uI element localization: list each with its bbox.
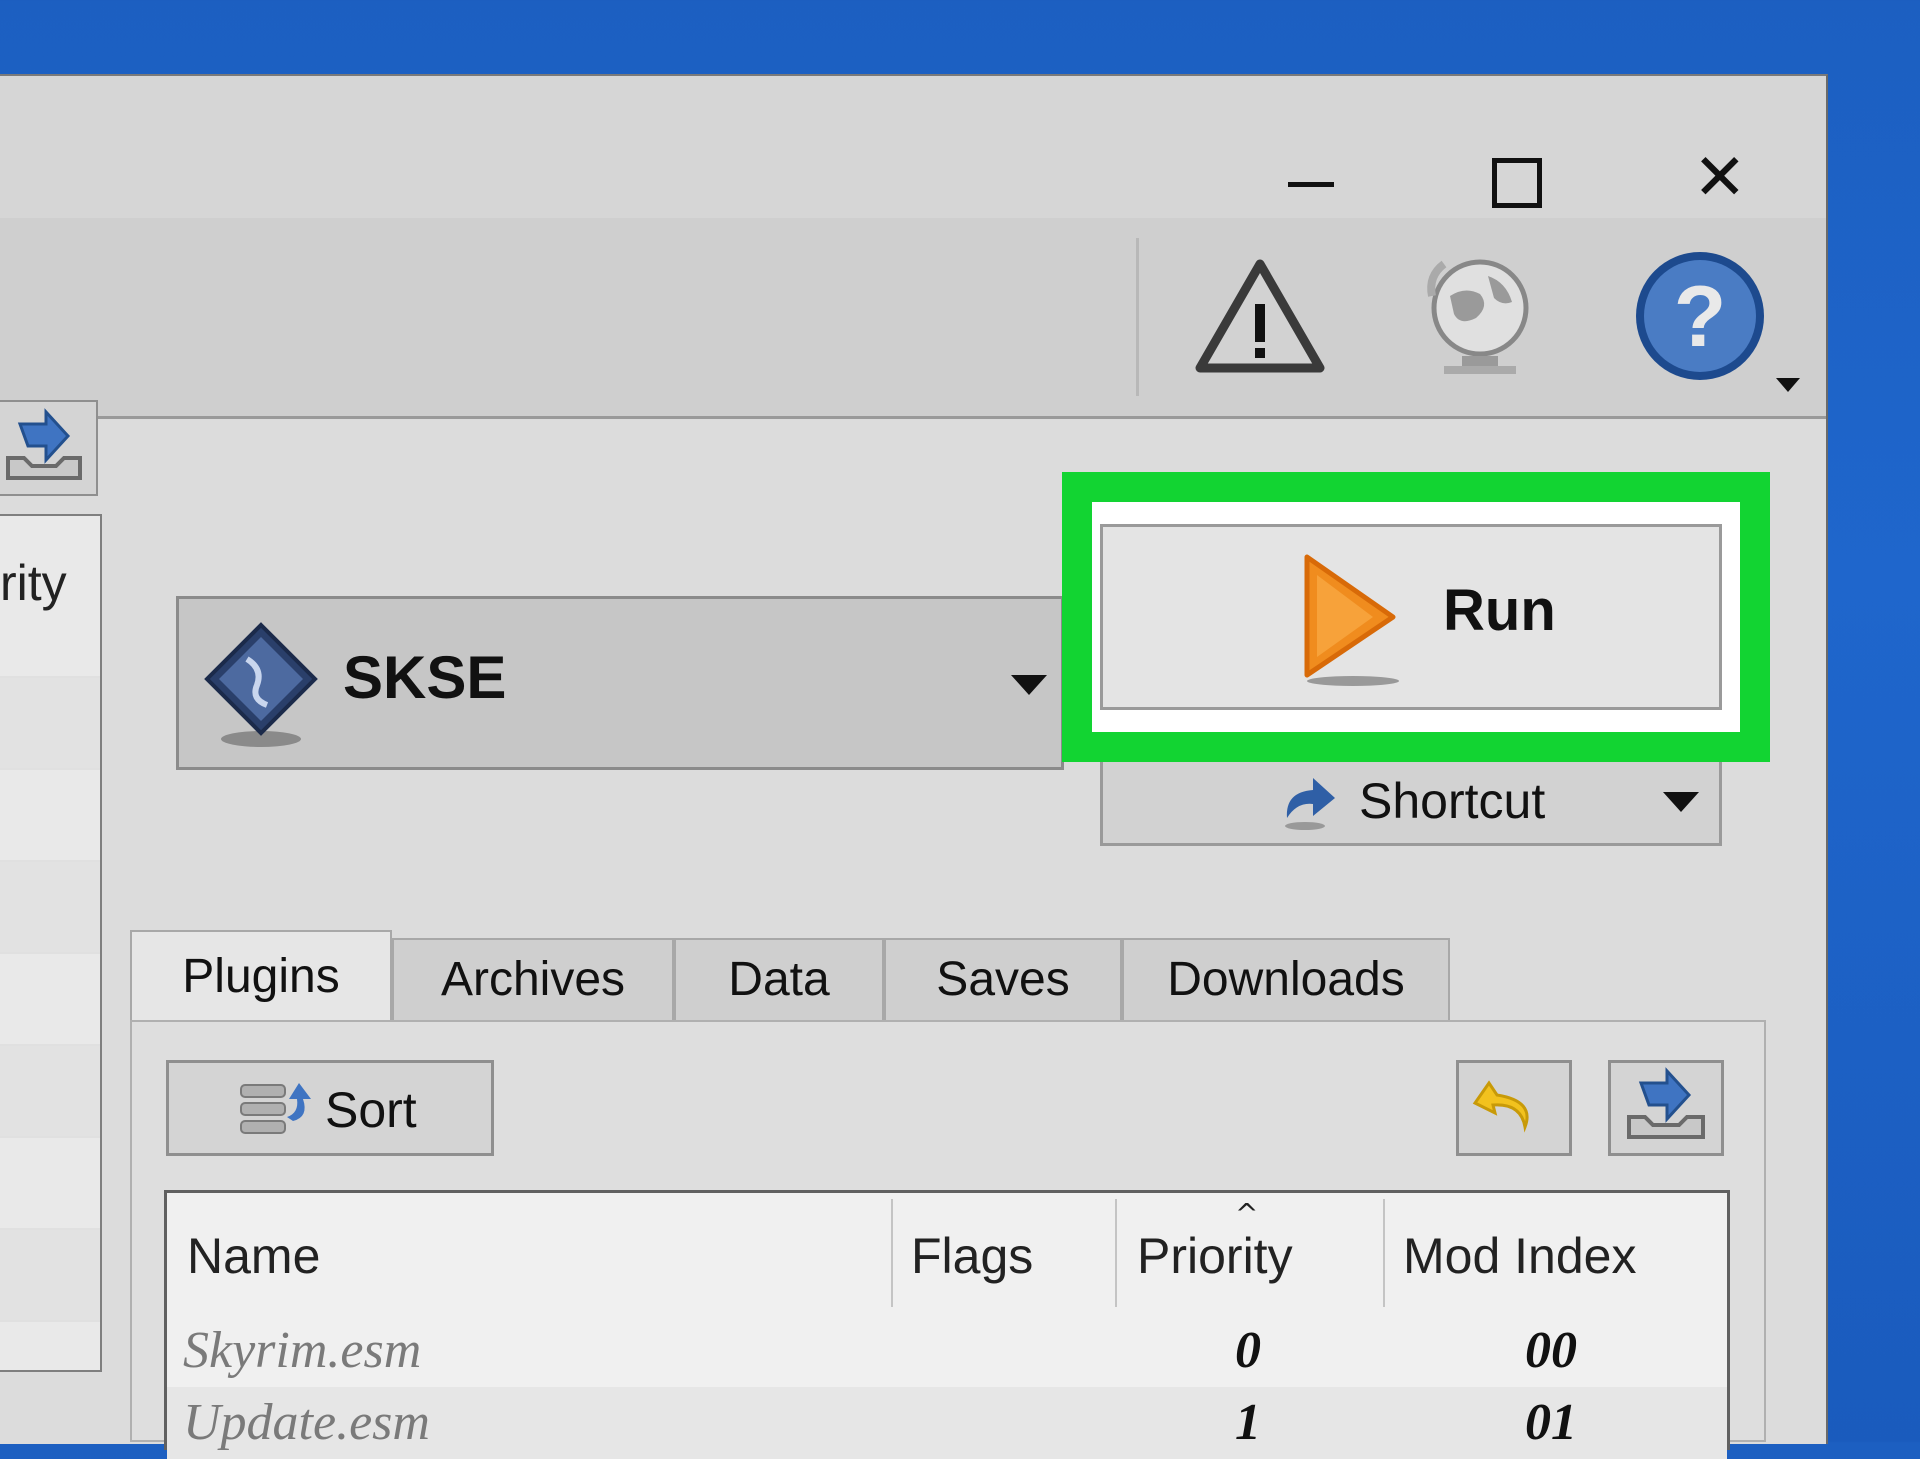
column-divider [1115, 1199, 1117, 1307]
close-icon: ✕ [1693, 141, 1747, 215]
plugin-priority: 0 [1235, 1322, 1261, 1379]
toolbar-separator [1136, 238, 1139, 396]
title-bar: ✕ [0, 76, 1826, 218]
shortcut-dropdown-icon[interactable] [1663, 792, 1699, 812]
chevron-down-icon [1011, 675, 1047, 695]
plugin-name: Update.esm [183, 1394, 430, 1451]
svg-text:?: ? [1674, 269, 1727, 365]
executable-dropdown[interactable]: SKSE [176, 596, 1064, 770]
save-to-disk-icon [1627, 1067, 1705, 1139]
column-divider [891, 1199, 893, 1307]
sort-icon [240, 1083, 311, 1134]
help-dropdown-arrow-icon[interactable] [1776, 378, 1800, 392]
tab-data[interactable]: Data [674, 938, 884, 1022]
play-icon [1304, 554, 1399, 686]
run-label: Run [1443, 578, 1556, 643]
plugin-mod-index: 00 [1525, 1322, 1577, 1379]
create-backup-button[interactable] [1608, 1060, 1724, 1156]
column-header-mod-index[interactable]: Mod Index [1403, 1227, 1636, 1285]
undo-icon [1472, 1080, 1529, 1133]
tab-plugins[interactable]: Plugins [130, 930, 392, 1024]
mod-list-priority-header[interactable]: rity [0, 554, 67, 612]
install-icon [6, 408, 82, 480]
sort-label: Sort [325, 1082, 417, 1138]
shortcut-arrow-icon [1285, 778, 1335, 830]
help-button[interactable]: ? [1630, 246, 1770, 386]
minimize-icon [1288, 182, 1334, 187]
shortcut-button[interactable]: Shortcut [1100, 762, 1722, 846]
mod-list-panel: rity [0, 514, 102, 1372]
warning-button[interactable] [1190, 246, 1330, 386]
table-row[interactable]: Update.esm 1 01 [167, 1387, 1727, 1459]
skse-icon [204, 622, 318, 747]
main-toolbar: ? [0, 218, 1826, 419]
plugin-mod-index: 01 [1525, 1394, 1577, 1451]
column-divider [1383, 1199, 1385, 1307]
update-button[interactable] [1410, 246, 1550, 386]
close-button[interactable]: ✕ [1665, 116, 1775, 216]
sort-button[interactable]: Sort [166, 1060, 494, 1156]
run-button[interactable]: Run [1100, 524, 1722, 710]
executable-label: SKSE [343, 644, 507, 711]
warning-icon [1195, 259, 1325, 373]
globe-update-icon [1427, 259, 1529, 374]
plugin-priority: 1 [1235, 1394, 1261, 1451]
left-panel-install-button[interactable] [0, 400, 98, 496]
plugin-table: ^ Name Flags Priority Mod Index Skyrim.e… [164, 1190, 1730, 1459]
help-icon: ? [1636, 252, 1764, 380]
tab-saves[interactable]: Saves [884, 938, 1122, 1022]
plugin-name: Skyrim.esm [183, 1322, 422, 1379]
maximize-icon [1492, 158, 1542, 208]
column-header-priority[interactable]: Priority [1137, 1227, 1293, 1285]
tab-downloads[interactable]: Downloads [1122, 938, 1450, 1022]
column-header-flags[interactable]: Flags [911, 1227, 1033, 1285]
shortcut-label: Shortcut [1359, 773, 1546, 829]
sort-ascending-icon: ^ [1235, 1197, 1259, 1230]
minimize-button[interactable] [1255, 116, 1365, 216]
table-row[interactable]: Skyrim.esm 0 00 [167, 1315, 1727, 1387]
column-header-name[interactable]: Name [187, 1227, 320, 1285]
restore-backup-button[interactable] [1456, 1060, 1572, 1156]
tab-archives[interactable]: Archives [392, 938, 674, 1022]
maximize-button[interactable] [1458, 116, 1568, 216]
